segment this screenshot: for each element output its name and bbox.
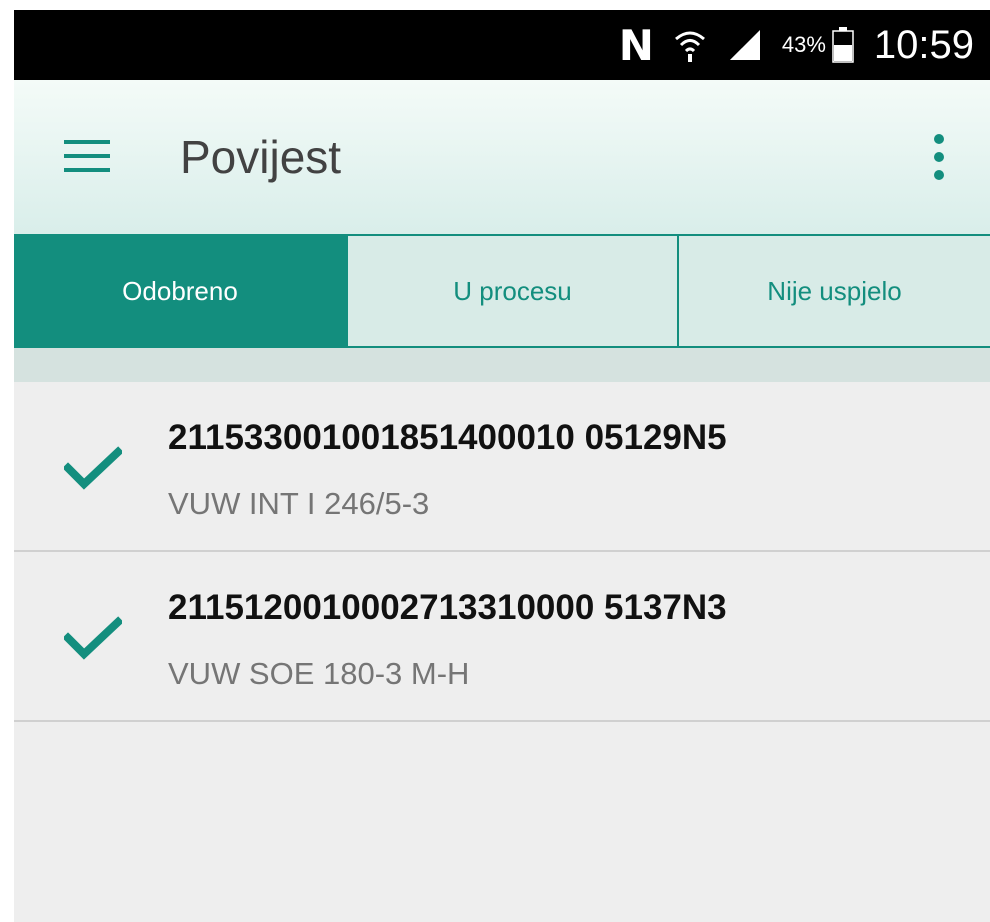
history-list: 211533001001851400010 05129N5 VUW INT I … <box>14 382 990 722</box>
battery-status: 43% <box>782 27 854 63</box>
status-bar: N 43% 10:59 <box>14 10 990 80</box>
list-item[interactable]: 211533001001851400010 05129N5 VUW INT I … <box>14 382 990 552</box>
signal-icon <box>728 28 762 62</box>
item-code: 2115120010002713310000 5137N3 <box>168 588 727 627</box>
item-code: 211533001001851400010 05129N5 <box>168 418 727 457</box>
battery-icon <box>832 27 854 63</box>
clock: 10:59 <box>873 22 974 67</box>
nfc-icon: N <box>618 20 654 70</box>
app-bar: Povijest <box>14 80 990 234</box>
phone-screen: N 43% 10:59 Povijest Odobreno U procesu … <box>14 10 990 922</box>
tab-u-procesu[interactable]: U procesu <box>346 234 677 348</box>
check-icon <box>64 446 122 490</box>
tab-nije-uspjelo[interactable]: Nije uspjelo <box>677 234 990 348</box>
hamburger-menu-icon[interactable] <box>64 138 110 174</box>
item-device-name: VUW SOE 180-3 M-H <box>168 656 470 691</box>
page-title: Povijest <box>180 131 342 183</box>
battery-percent: 43% <box>781 32 826 57</box>
tab-divider <box>14 348 990 382</box>
item-device-name: VUW INT I 246/5-3 <box>168 486 430 521</box>
tab-odobreno[interactable]: Odobreno <box>14 234 346 348</box>
tab-bar: Odobreno U procesu Nije uspjelo <box>14 234 990 348</box>
check-icon <box>64 616 122 660</box>
more-vert-icon[interactable] <box>922 130 958 184</box>
list-item[interactable]: 2115120010002713310000 5137N3 VUW SOE 18… <box>14 552 990 722</box>
wifi-icon <box>672 27 708 63</box>
